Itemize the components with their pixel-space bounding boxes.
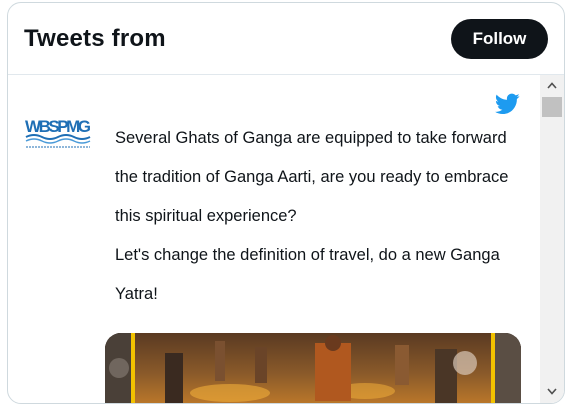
author-logo[interactable]: WBSPMG xyxy=(24,111,92,157)
twitter-bird-icon[interactable] xyxy=(495,93,520,115)
chevron-down-icon[interactable] xyxy=(540,381,564,401)
twitter-timeline-widget: Tweets from Follow WBSPMG Several Ghats … xyxy=(7,2,565,404)
timeline-header: Tweets from Follow xyxy=(8,3,564,75)
author-logo-text: WBSPMG xyxy=(25,117,91,136)
tweet-text-line: the tradition of Ganga Aarti, are you re… xyxy=(115,168,509,186)
ganga-aarti-photo xyxy=(105,333,521,403)
tweet-list[interactable]: WBSPMG Several Ghats of Ganga are equipp… xyxy=(8,75,540,403)
tweet-text-line: Let's change the definition of travel, d… xyxy=(115,246,500,264)
follow-button[interactable]: Follow xyxy=(451,19,548,59)
timeline-title: Tweets from xyxy=(24,25,166,52)
chevron-up-icon[interactable] xyxy=(540,75,564,95)
tweet-text-line: Yatra! xyxy=(115,285,158,303)
scrollbar-thumb[interactable] xyxy=(542,97,562,117)
tweet-media-photo[interactable] xyxy=(105,333,521,403)
tweet-text-line: Several Ghats of Ganga are equipped to t… xyxy=(115,129,507,147)
vertical-scrollbar[interactable] xyxy=(540,75,564,403)
tweet-text-line: this spiritual experience? xyxy=(115,207,297,225)
tweet-text: Several Ghats of Ganga are equipped to t… xyxy=(115,123,537,318)
